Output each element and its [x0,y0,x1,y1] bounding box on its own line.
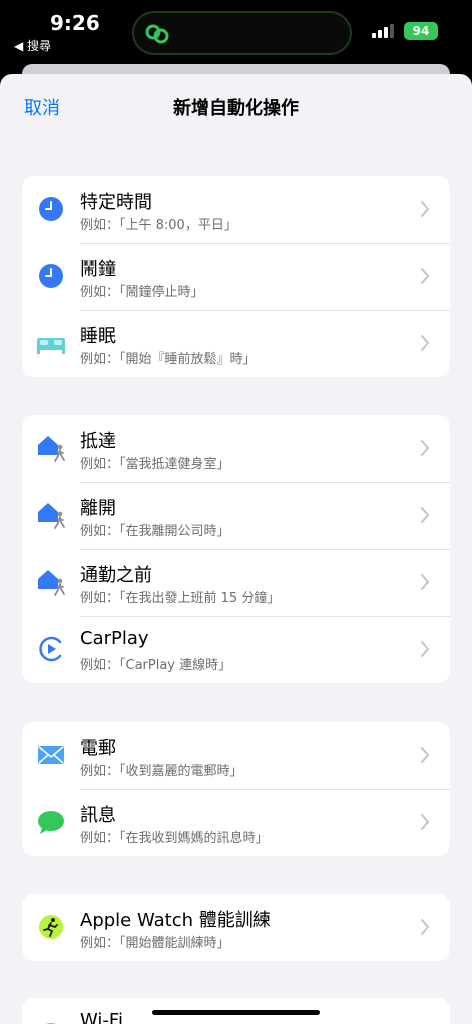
time-triggers-section: 特定時間 例如：「上午 8:00，平日」 鬧鐘 例如：「鬧鐘停止時」 睡眠 例如… [22,176,450,377]
dynamic-island[interactable] [132,11,352,55]
row-subtitle: 例如：「上午 8:00，平日」 [80,218,237,233]
list-item-sleep[interactable]: 睡眠 例如：「開始『睡前放鬆』時」 [22,310,450,377]
back-to-search-link[interactable]: ◀ 搜尋 [14,37,51,54]
chevron-right-icon [421,814,430,830]
list-item-email[interactable]: 電郵 例如：「收到嘉麗的電郵時」 [22,722,450,789]
row-title: 訊息 [80,805,116,826]
list-item-apple-watch-workout[interactable]: Apple Watch 體能訓練 例如：「開始體能訓練時」 [22,894,450,961]
page-title: 新增自動化操作 [173,98,299,119]
row-title: CarPlay [80,628,149,649]
list-item-specific-time[interactable]: 特定時間 例如：「上午 8:00，平日」 [22,176,450,243]
row-subtitle: 例如：「當我抵達健身室」 [80,457,230,472]
clock-icon [39,197,63,221]
row-subtitle: 例如：「在我出發上班前 15 分鐘」 [80,591,281,606]
workout-triggers-section: Apple Watch 體能訓練 例如：「開始體能訓練時」 [22,894,450,961]
wifi-icon [46,1023,56,1024]
row-title: 睡眠 [80,326,116,347]
chevron-right-icon [421,440,430,456]
row-title: 通勤之前 [80,565,152,586]
chevron-right-icon [421,919,430,935]
bed-icon [37,338,65,354]
row-subtitle: 例如：「在我收到媽媽的訊息時」 [80,831,269,846]
list-item-before-commute[interactable]: 通勤之前 例如：「在我出發上班前 15 分鐘」 [22,549,450,616]
message-icon [38,811,64,834]
row-subtitle: 例如：「鬧鐘停止時」 [80,285,204,300]
mail-icon [38,746,64,764]
automation-sheet: 取消 新增自動化操作 特定時間 例如：「上午 8:00，平日」 鬧鐘 例如：「鬧… [0,74,472,1024]
list-item-carplay[interactable]: CarPlay 例如：「CarPlay 連線時」 [22,616,450,683]
workout-icon [39,915,63,939]
list-item-arrive[interactable]: 抵達 例如：「當我抵達健身室」 [22,415,450,482]
link-rings-icon [145,24,169,44]
row-subtitle: 例如：「開始體能訓練時」 [80,936,230,951]
chevron-right-icon [421,268,430,284]
list-item-leave[interactable]: 離開 例如：「在我離開公司時」 [22,482,450,549]
communication-triggers-section: 電郵 例如：「收到嘉麗的電郵時」 訊息 例如：「在我收到媽媽的訊息時」 [22,722,450,856]
row-subtitle: 例如：「開始『睡前放鬆』時」 [80,352,256,367]
battery-indicator: 94 [404,22,438,40]
chevron-right-icon [421,574,430,590]
list-item-alarm[interactable]: 鬧鐘 例如：「鬧鐘停止時」 [22,243,450,310]
row-title: 抵達 [80,431,116,452]
chevron-right-icon [421,201,430,217]
status-bar: 9:26 ◀ 搜尋 94 [0,0,472,66]
home-indicator[interactable] [152,1010,320,1015]
home-person-icon [38,503,65,529]
location-triggers-section: 抵達 例如：「當我抵達健身室」 離開 例如：「在我離開公司時」 通勤之前 例如：… [22,415,450,683]
row-subtitle: 例如：「CarPlay 連線時」 [80,658,232,673]
navigation-bar: 取消 新增自動化操作 [0,74,472,140]
chevron-right-icon [421,641,430,657]
chevron-right-icon [421,747,430,763]
cellular-signal-icon [372,24,398,38]
row-title: 特定時間 [80,192,152,213]
row-subtitle: 例如：「收到嘉麗的電郵時」 [80,764,243,779]
home-person-icon [38,436,65,462]
row-subtitle: 例如：「在我離開公司時」 [80,524,230,539]
row-title: 電郵 [80,738,116,759]
carplay-icon [39,636,62,662]
alarm-icon [39,264,63,288]
list-item-message[interactable]: 訊息 例如：「在我收到媽媽的訊息時」 [22,789,450,856]
chevron-right-icon [421,507,430,523]
row-title: Apple Watch 體能訓練 [80,910,271,931]
row-title: Wi-Fi [80,1010,123,1024]
home-person-icon [38,570,65,596]
status-time: 9:26 [50,11,100,35]
chevron-right-icon [421,335,430,351]
row-title: 鬧鐘 [80,259,116,280]
row-title: 離開 [80,498,116,519]
